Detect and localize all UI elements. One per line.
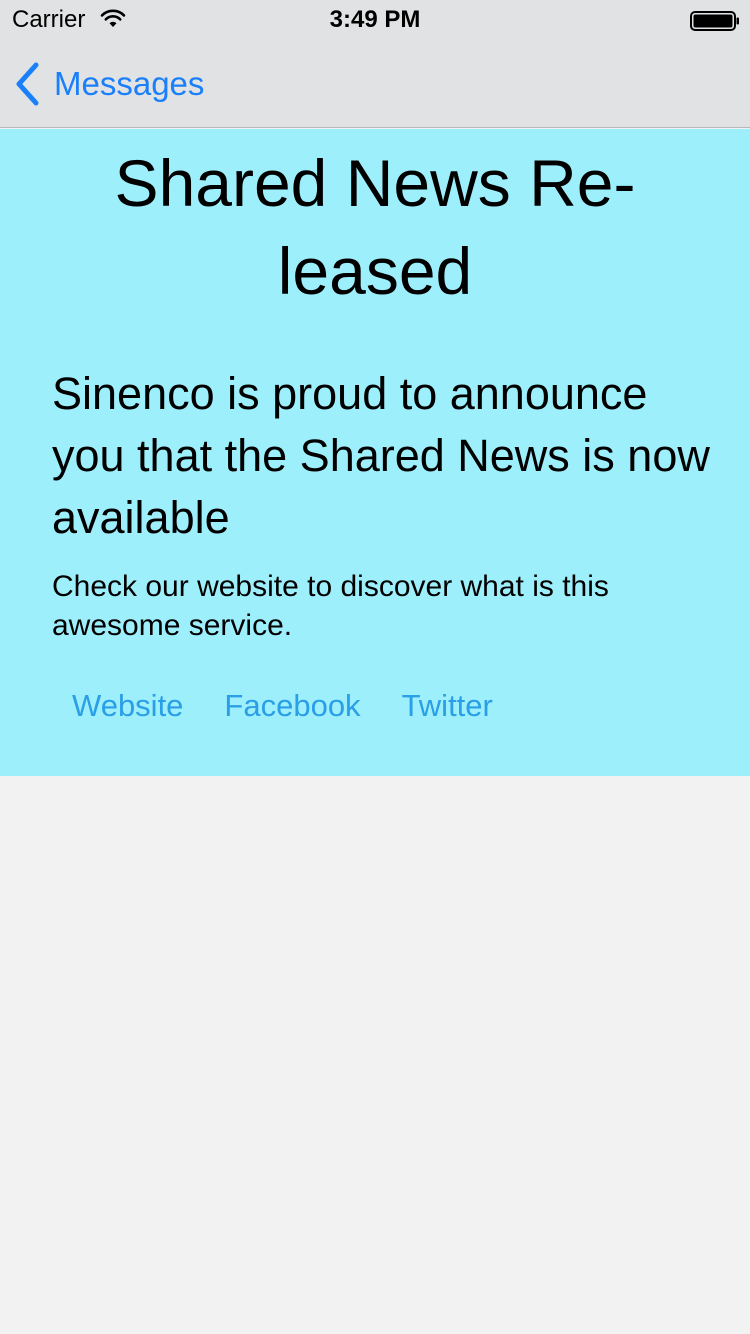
link-row: Website Facebook Twitter [72,684,493,728]
twitter-link[interactable]: Twitter [402,684,493,728]
navigation-bar: Messages [0,40,750,128]
message-headline: Sinenco is proud to announce you that th… [52,368,710,543]
message-body: Check our website to discover what is th… [52,570,609,642]
back-button[interactable]: Messages [14,62,204,106]
battery-full-icon [690,11,739,31]
message-card: Shared News Re-leased Sinenco is proud t… [0,129,750,776]
chevron-left-icon [16,62,39,106]
status-bar: Carrier 3:49 PM [0,0,750,40]
back-button-label: Messages [54,65,205,102]
facebook-link[interactable]: Facebook [224,684,360,728]
top-bar: Carrier 3:49 PM Messages [0,0,750,128]
status-time: 3:49 PM [329,6,421,33]
website-link[interactable]: Website [72,684,183,728]
message-title: Shared News Re-leased [114,146,636,308]
